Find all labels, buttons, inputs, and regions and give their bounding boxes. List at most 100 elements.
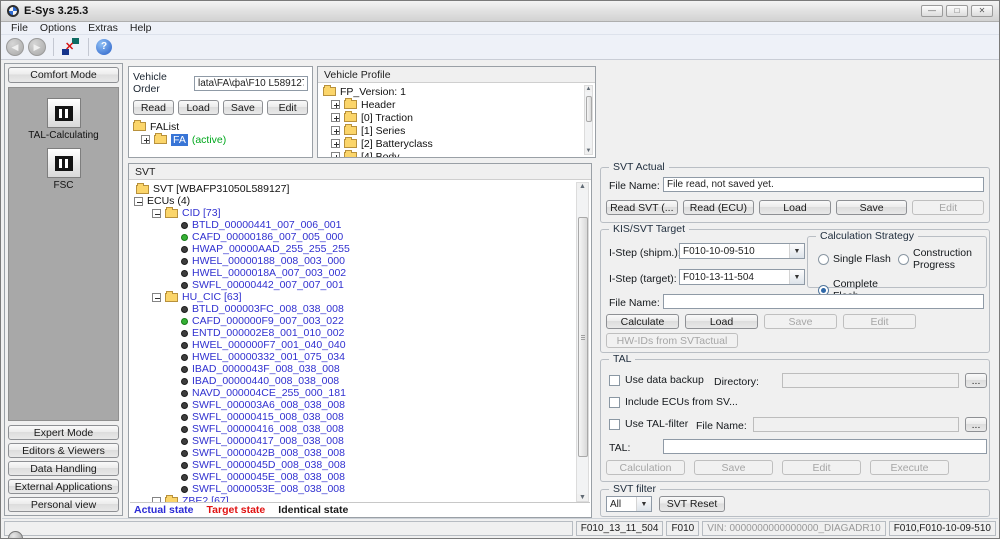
sidebar-mode-button[interactable]: Expert Mode [8, 425, 119, 440]
tree-row[interactable]: ENTD_000002E8_001_010_002 [131, 327, 574, 339]
minimize-button[interactable]: — [921, 5, 943, 17]
plus-expander-icon[interactable] [331, 100, 340, 109]
sidebar-mode-button[interactable]: Editors & Viewers [8, 443, 119, 458]
chevron-down-icon[interactable]: ▼ [789, 244, 804, 258]
vehicle-order-action-button[interactable]: Save [222, 100, 264, 115]
scrollbar-thumb[interactable] [577, 217, 588, 457]
tree-row[interactable]: SWFL_00000415_008_038_008 [131, 411, 574, 423]
tree-row[interactable]: SWFL_0000042B_008_038_008 [131, 447, 574, 459]
scroll-down-icon[interactable]: ▼ [585, 148, 592, 154]
kis-action-button[interactable]: Load [685, 314, 758, 329]
svt-actual-action-button[interactable]: Read (ECU) [682, 200, 755, 215]
chip-icon[interactable] [46, 148, 81, 178]
back-icon[interactable]: ◀ [6, 38, 24, 56]
tree-row[interactable]: CAFD_000000F9_007_003_022 [131, 315, 574, 327]
tree-row[interactable]: SVT [WBAFP31050L589127] [131, 182, 574, 195]
radio-icon[interactable] [818, 253, 829, 265]
profile-tree-row[interactable]: Header [321, 98, 583, 111]
profile-tree-row[interactable]: [4] Body [321, 150, 583, 157]
plus-expander-icon[interactable] [141, 135, 150, 144]
svt-actual-action-button[interactable]: Read SVT (... [606, 200, 678, 215]
tree-row[interactable]: HWEL_0000018A_007_003_002 [131, 267, 574, 279]
tal-calculating-tool[interactable]: TAL-Calculating [28, 98, 99, 141]
vehicle-order-action-button[interactable]: Load [177, 100, 219, 115]
plus-expander-icon[interactable] [331, 126, 340, 135]
minus-expander-icon[interactable] [152, 292, 161, 302]
use-data-backup-checkbox[interactable]: Use data backup [609, 374, 704, 386]
forward-icon[interactable]: ▶ [28, 38, 46, 56]
istep-target-combo[interactable]: F010-13-11-504 ▼ [679, 269, 805, 285]
fsc-tool[interactable]: FSC [46, 148, 81, 191]
profile-tree-row[interactable]: [1] Series [321, 124, 583, 137]
chevron-down-icon[interactable]: ▼ [789, 270, 804, 284]
scroll-up-icon[interactable]: ▲ [585, 86, 592, 92]
tree-row[interactable]: NAVD_000004CE_255_000_181 [131, 387, 574, 399]
tree-row[interactable]: SWFL_0000053E_008_038_008 [131, 483, 574, 495]
vehicle-order-path-input[interactable] [194, 75, 308, 91]
use-tal-filter-checkbox[interactable]: Use TAL-filter [609, 418, 688, 430]
scrollbar-thumb[interactable] [585, 96, 592, 122]
menu-item[interactable]: Options [34, 22, 82, 35]
tree-row[interactable]: HU_CIC [63] [131, 290, 574, 303]
menu-item[interactable]: Help [124, 22, 158, 35]
vehicle-profile-scrollbar[interactable]: ▲ ▼ [584, 85, 593, 155]
directory-browse-button[interactable]: ... [965, 373, 987, 388]
falist-row[interactable]: FAList [133, 120, 308, 133]
tal-input[interactable] [663, 439, 987, 454]
profile-tree-row[interactable]: [0] Traction [321, 111, 583, 124]
tree-row[interactable]: SWFL_00000442_007_007_001 [131, 279, 574, 291]
tree-row[interactable]: SWFL_0000045E_008_038_008 [131, 471, 574, 483]
connect-icon[interactable]: ✕ [61, 37, 81, 57]
tree-row[interactable]: HWEL_00000332_001_075_034 [131, 351, 574, 363]
svt-filter-combo[interactable]: All ▼ [606, 496, 652, 512]
svt-reset-button[interactable]: SVT Reset [659, 496, 725, 512]
plus-expander-icon[interactable] [331, 139, 340, 148]
help-icon[interactable]: ? [96, 39, 112, 55]
tree-row[interactable]: CAFD_00000186_007_005_000 [131, 231, 574, 243]
tree-row[interactable]: SWFL_000003A6_008_038_008 [131, 399, 574, 411]
tal-filter-browse-button[interactable]: ... [965, 417, 987, 432]
tree-row[interactable]: BTLD_00000441_007_006_001 [131, 219, 574, 231]
tree-row[interactable]: BTLD_000003FC_008_038_008 [131, 303, 574, 315]
kis-action-button[interactable]: Calculate [606, 314, 679, 329]
chip-icon[interactable] [46, 98, 81, 128]
radio-option[interactable]: Construction Progress [898, 247, 982, 271]
tree-row[interactable]: HWEL_00000188_008_003_000 [131, 255, 574, 267]
scroll-up-icon[interactable]: ▲ [577, 183, 588, 190]
svt-actual-action-button[interactable]: Save [835, 200, 908, 215]
tree-row[interactable]: IBAD_00000440_008_038_008 [131, 375, 574, 387]
tree-row[interactable]: HWAP_00000AAD_255_255_255 [131, 243, 574, 255]
svt-actual-file-input[interactable] [663, 177, 984, 192]
checkbox-icon[interactable] [609, 396, 620, 408]
profile-tree-row[interactable]: FP_Version: 1 [321, 85, 583, 98]
checkbox-icon[interactable] [609, 374, 620, 386]
fa-row[interactable]: FA (active) [133, 133, 308, 146]
sidebar-mode-button[interactable]: External Applications [8, 479, 119, 494]
maximize-button[interactable]: □ [946, 5, 968, 17]
radio-option[interactable]: Single Flash [818, 247, 898, 271]
tree-row[interactable]: ECUs (4) [131, 195, 574, 207]
include-ecus-checkbox[interactable]: Include ECUs from SV... [609, 396, 738, 408]
scroll-down-icon[interactable]: ▼ [577, 494, 588, 501]
tree-row[interactable]: SWFL_00000416_008_038_008 [131, 423, 574, 435]
minus-expander-icon[interactable] [134, 196, 143, 206]
sidebar-mode-button[interactable]: Data Handling [8, 461, 119, 476]
comfort-mode-button[interactable]: Comfort Mode [8, 67, 119, 83]
tree-row[interactable]: SWFL_00000417_008_038_008 [131, 435, 574, 447]
tree-row[interactable]: SWFL_0000045D_008_038_008 [131, 459, 574, 471]
tree-row[interactable]: HWEL_000000F7_001_040_040 [131, 339, 574, 351]
vehicle-order-action-button[interactable]: Read [133, 100, 174, 115]
chevron-down-icon[interactable]: ▼ [636, 497, 651, 511]
svt-actual-action-button[interactable]: Load [759, 200, 831, 215]
istep-shipment-combo[interactable]: F010-10-09-510 ▼ [679, 243, 805, 259]
sidebar-mode-button[interactable]: Personal view [8, 497, 119, 512]
plus-expander-icon[interactable] [331, 152, 340, 157]
tree-row[interactable]: ZBE2 [67] [131, 494, 574, 502]
svt-scrollbar[interactable]: ▲ ▼ [576, 182, 589, 502]
checkbox-icon[interactable] [609, 418, 620, 430]
tree-row[interactable]: IBAD_0000043F_008_038_008 [131, 363, 574, 375]
tree-row[interactable]: CID [73] [131, 206, 574, 219]
plus-expander-icon[interactable] [331, 113, 340, 122]
menu-item[interactable]: Extras [82, 22, 124, 35]
kis-file-name-input[interactable] [663, 294, 984, 309]
